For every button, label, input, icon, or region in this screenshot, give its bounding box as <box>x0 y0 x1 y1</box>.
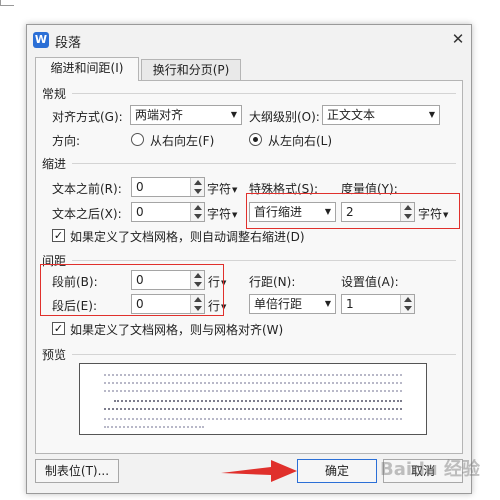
special-indent-highlight <box>246 193 460 229</box>
ltr-label: 从左向右(L) <box>268 134 333 148</box>
preview-line-current <box>104 408 402 410</box>
preview-line-prev <box>104 374 402 376</box>
text-after-value: 0 <box>136 205 144 219</box>
spinner-buttons[interactable] <box>190 203 204 221</box>
spinner-buttons[interactable] <box>400 295 414 313</box>
alignment-select[interactable]: 两端对齐 ▼ <box>130 105 242 125</box>
text-after-label: 文本之后(X): <box>52 207 122 221</box>
setting-value: 1 <box>346 297 354 311</box>
unit-label: 字符 <box>207 182 232 196</box>
spacing-grid-checkbox[interactable]: ✓ <box>52 322 65 335</box>
spacing-grid-label: 如果定义了文档网格，则与网格对齐(W) <box>70 323 284 337</box>
section-divider <box>72 354 456 355</box>
paragraph-dialog: W 段落 ✕ 缩进和间距(I) 换行和分页(P) 常规 对齐方式(G): 两端对… <box>26 24 472 494</box>
ok-button[interactable]: 确定 <box>297 459 377 483</box>
section-divider <box>72 163 456 164</box>
window-title: 段落 <box>55 36 82 51</box>
rtl-label: 从右向左(F) <box>150 134 215 148</box>
preview-line-next <box>104 418 402 420</box>
alignment-value: 两端对齐 <box>135 108 184 122</box>
line-spacing-value: 单倍行距 <box>254 297 303 311</box>
spin-down-icon[interactable] <box>194 189 202 194</box>
text-after-unit[interactable]: 字符▼ <box>207 205 237 222</box>
indent-grid-label: 如果定义了文档网格，则自动调整右缩进(D) <box>70 230 305 244</box>
chevron-down-icon: ▼ <box>428 110 435 119</box>
preview-line-prev <box>104 390 402 392</box>
spin-down-icon[interactable] <box>194 214 202 219</box>
section-title-preview: 预览 <box>42 348 67 362</box>
section-divider <box>72 93 456 94</box>
red-arrow-annotation <box>221 460 297 482</box>
setting-value-label: 设置值(A): <box>341 275 399 289</box>
setting-value-input[interactable]: 1 <box>341 294 415 314</box>
outline-level-value: 正文文本 <box>327 108 376 122</box>
unit-label: 字符 <box>207 207 232 221</box>
indent-grid-checkbox[interactable]: ✓ <box>52 229 65 242</box>
text-before-input[interactable]: 0 <box>131 177 205 197</box>
chevron-down-icon: ▼ <box>232 185 238 194</box>
document-edge-mark <box>0 0 14 6</box>
wps-app-icon: W <box>33 32 49 48</box>
tab-stops-button[interactable]: 制表位(T)... <box>35 459 119 483</box>
spacing-highlight <box>40 264 224 316</box>
preview-line-current <box>114 400 402 402</box>
rtl-radio[interactable] <box>131 133 144 146</box>
tab-indent-spacing[interactable]: 缩进和间距(I) <box>35 57 139 81</box>
spin-up-icon[interactable] <box>194 180 202 185</box>
preview-line-next <box>104 426 204 428</box>
section-title-indent: 缩进 <box>42 157 67 171</box>
text-before-label: 文本之前(R): <box>52 182 122 196</box>
ltr-radio[interactable] <box>249 133 262 146</box>
alignment-label: 对齐方式(G): <box>52 110 123 124</box>
direction-label: 方向: <box>52 134 81 148</box>
spinner-buttons[interactable] <box>190 178 204 196</box>
title-bar[interactable]: W 段落 ✕ <box>27 25 471 55</box>
chevron-down-icon: ▼ <box>232 210 238 219</box>
chevron-down-icon: ▼ <box>324 299 331 308</box>
spin-down-icon[interactable] <box>404 306 412 311</box>
outline-level-label: 大纲级别(O): <box>249 110 320 124</box>
text-after-input[interactable]: 0 <box>131 202 205 222</box>
chevron-down-icon: ▼ <box>230 110 237 119</box>
text-before-unit[interactable]: 字符▼ <box>207 180 237 197</box>
tab-line-page-breaks[interactable]: 换行和分页(P) <box>141 59 241 81</box>
watermark: Baidu 经验 <box>380 459 481 480</box>
spin-up-icon[interactable] <box>194 205 202 210</box>
preview-box <box>79 363 427 435</box>
section-title-general: 常规 <box>42 87 67 101</box>
spin-up-icon[interactable] <box>404 297 412 302</box>
outline-level-select[interactable]: 正文文本 ▼ <box>322 105 440 125</box>
section-divider <box>72 260 456 261</box>
preview-line-prev <box>104 382 402 384</box>
line-spacing-select[interactable]: 单倍行距 ▼ <box>249 294 336 314</box>
close-icon[interactable]: ✕ <box>449 30 467 48</box>
line-spacing-label: 行距(N): <box>249 275 296 289</box>
text-before-value: 0 <box>136 180 144 194</box>
